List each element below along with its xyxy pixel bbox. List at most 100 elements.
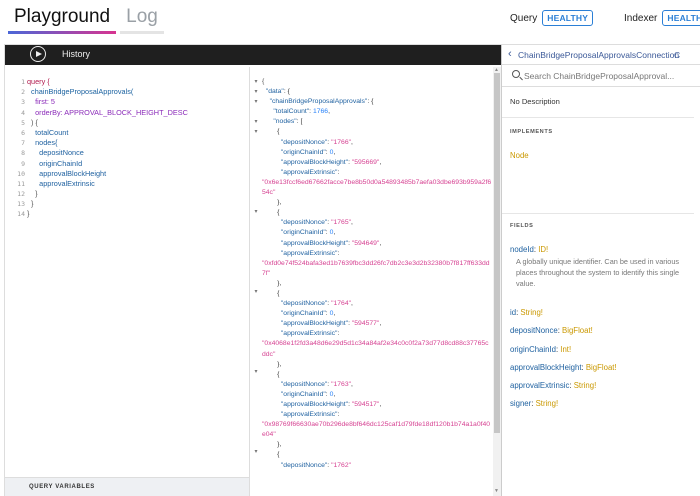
result-line: { xyxy=(262,128,280,136)
result-line: "depositNonce": "1764", xyxy=(280,300,353,308)
playground-frame: History 1 2 3 4 5 6 7 8 9 10 11 12 13 14… xyxy=(4,44,700,496)
query-editor[interactable]: 1 2 3 4 5 6 7 8 9 10 11 12 13 14 query {… xyxy=(5,67,249,477)
code-line[interactable]: approvalExtrinsic xyxy=(27,179,188,189)
field-type[interactable]: BigFloat! xyxy=(562,326,593,335)
result-line: "0x6e13fccf6ed67662facce7be8b50d0a548934… xyxy=(262,178,492,197)
field-type[interactable]: String! xyxy=(520,308,543,317)
docs-title[interactable]: ChainBridgeProposalApprovalsConnection xyxy=(518,50,679,60)
editor-toolbar: History xyxy=(5,45,501,65)
fold-marker xyxy=(250,307,262,317)
result-line: "approvalExtrinsic": xyxy=(280,249,340,257)
code-line[interactable]: orderBy: APPROVAL_BLOCK_HEIGHT_DESC xyxy=(27,108,188,118)
fold-marker: ▾ xyxy=(254,89,258,95)
indexer-health-badge: HEALTHY xyxy=(662,10,700,26)
result-line: "depositNonce": "1765", xyxy=(280,219,353,227)
result-line: }, xyxy=(262,199,282,207)
result-line: "0xfd0e74f524bafa3ed1b7639fbc3dd26fc7db2… xyxy=(262,259,490,277)
query-code[interactable]: query { chainBridgeProposalApprovals( fi… xyxy=(27,77,188,220)
code-line[interactable]: first: 5 xyxy=(27,97,188,107)
result-line: "originChainId": 0, xyxy=(280,390,336,398)
result-line: }, xyxy=(262,360,282,368)
result-scrollbar-thumb[interactable] xyxy=(494,73,500,433)
field-name[interactable]: approvalBlockHeight xyxy=(510,363,582,372)
result-line: "approvalExtrinsic": xyxy=(280,168,340,176)
fold-marker xyxy=(250,407,262,417)
tab-playground[interactable]: Playground xyxy=(8,4,117,34)
line-number: 14 xyxy=(17,210,25,219)
code-line[interactable]: totalCount xyxy=(27,128,188,138)
tab-log[interactable]: Log xyxy=(120,4,164,34)
field-name[interactable]: approvalExtrinsic xyxy=(510,381,569,390)
docs-header: ‹ ChainBridgeProposalApprovalsConnection… xyxy=(502,45,700,65)
result-line: "0x4068e1f2fd3a48d6e29d5d1c34a84af2e34c0… xyxy=(262,340,489,358)
fold-marker xyxy=(250,297,262,307)
field-name[interactable]: depositNonce xyxy=(510,326,558,335)
code-line[interactable]: ) { xyxy=(27,118,188,128)
result-pane: ▾ ▾ ▾ ▾ ▾ ▾ ▾ ▾ ▾ { "data": { "chainBridgePropos… xyxy=(250,67,493,496)
fold-marker: ▾ xyxy=(254,289,258,295)
field-name[interactable]: id xyxy=(510,308,516,317)
implements-type-node[interactable]: Node xyxy=(510,151,529,160)
code-line[interactable]: originChainId xyxy=(27,159,188,169)
fold-marker: ▾ xyxy=(254,449,258,455)
fold-marker xyxy=(250,237,262,247)
code-line[interactable]: depositNonce xyxy=(27,148,188,158)
result-line: { xyxy=(262,78,265,85)
field-nodeId: nodeId: ID! xyxy=(510,245,549,254)
code-line[interactable]: nodes{ xyxy=(27,138,188,148)
code-line[interactable]: chainBridgeProposalApprovals( xyxy=(27,87,188,97)
fold-marker xyxy=(250,337,262,357)
docs-search-input[interactable] xyxy=(524,69,694,83)
result-line: { xyxy=(262,370,280,378)
field-name[interactable]: signer xyxy=(510,399,531,408)
query-variables-tab[interactable]: QUERY VARIABLES xyxy=(5,477,249,496)
result-line: "approvalBlockHeight": "594517", xyxy=(280,401,382,408)
result-line: }, xyxy=(262,441,282,449)
fold-marker: ▾ xyxy=(254,129,258,135)
code-line[interactable]: query { xyxy=(27,77,188,87)
field-description: A globally unique identifier. Can be use… xyxy=(516,257,680,288)
docs-close-button[interactable]: C xyxy=(674,50,680,60)
result-line: "depositNonce": "1766", xyxy=(280,138,353,146)
code-line[interactable]: } xyxy=(27,189,188,199)
section-divider xyxy=(502,213,694,214)
fold-marker xyxy=(250,397,262,407)
result-line: "approvalExtrinsic": xyxy=(280,330,340,338)
result-line: "approvalBlockHeight": "594649", xyxy=(280,239,382,247)
line-number: 2 xyxy=(21,88,25,97)
back-chevron-icon[interactable]: ‹ xyxy=(508,48,512,60)
field-name[interactable]: originChainId xyxy=(510,345,556,354)
field-signer: signer: String! xyxy=(510,399,559,408)
fold-marker xyxy=(250,327,262,337)
history-button[interactable]: History xyxy=(62,49,90,59)
field-type[interactable]: ID! xyxy=(538,245,548,254)
code-line[interactable]: approvalBlockHeight xyxy=(27,169,188,179)
field-originChainId: originChainId: Int! xyxy=(510,345,572,354)
line-number: 12 xyxy=(17,190,25,199)
scroll-up-icon[interactable]: ▲ xyxy=(494,67,499,73)
field-name[interactable]: nodeId xyxy=(510,245,534,254)
fold-marker xyxy=(250,157,262,167)
field-type[interactable]: BigFloat! xyxy=(586,363,617,372)
field-type[interactable]: String! xyxy=(536,399,559,408)
line-number: 1 xyxy=(21,78,25,86)
fold-marker xyxy=(250,247,262,257)
scroll-down-icon[interactable]: ▼ xyxy=(494,488,499,494)
result-line: "originChainId": 0, xyxy=(280,310,336,318)
main-tabs: Playground Log xyxy=(8,4,164,34)
fold-marker xyxy=(250,317,262,327)
fold-gutter: ▾ ▾ ▾ ▾ ▾ ▾ ▾ ▾ ▾ xyxy=(250,77,262,467)
field-approvalExtrinsic: approvalExtrinsic: String! xyxy=(510,381,597,390)
field-type[interactable]: String! xyxy=(574,381,597,390)
play-icon[interactable] xyxy=(30,46,46,62)
result-line: "originChainId": 0, xyxy=(280,229,336,237)
fold-marker: ▾ xyxy=(254,99,258,105)
fold-marker xyxy=(250,217,262,227)
line-number: 9 xyxy=(21,159,25,168)
search-icon xyxy=(512,70,520,78)
query-health-badge: HEALTHY xyxy=(542,10,594,26)
field-type[interactable]: Int! xyxy=(560,345,571,354)
code-line[interactable]: } xyxy=(27,209,188,219)
code-line[interactable]: } xyxy=(27,199,188,209)
fold-marker xyxy=(250,197,262,207)
